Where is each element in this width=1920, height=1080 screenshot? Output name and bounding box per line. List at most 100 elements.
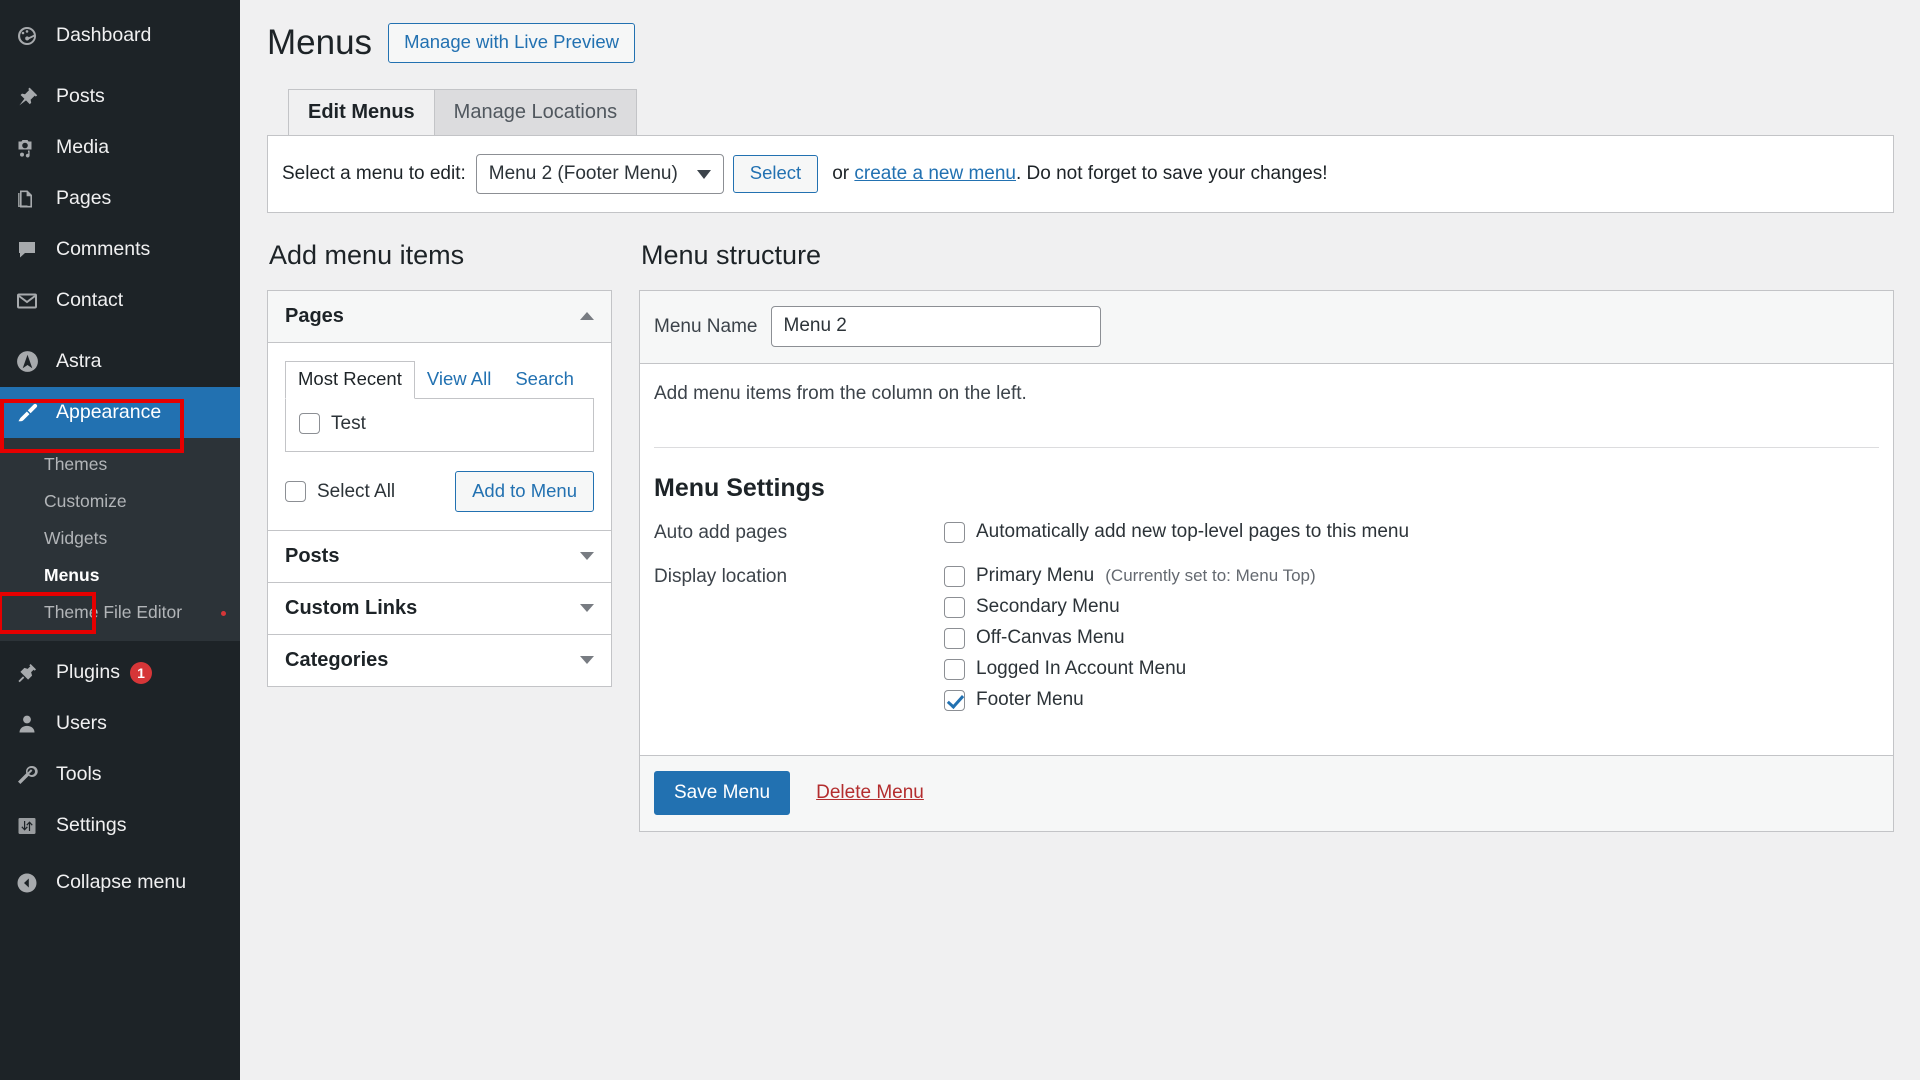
page-title: Menus (267, 23, 373, 62)
page-list-item[interactable]: Test (299, 413, 580, 435)
pages-icon (14, 186, 40, 212)
menu-select-wrapper: Menu 2 (Footer Menu) (475, 154, 724, 194)
collapse-menu-button[interactable]: Collapse menu (0, 857, 240, 908)
accordion-header-pages[interactable]: Pages (268, 291, 611, 344)
wrench-icon (14, 762, 40, 788)
accordion-header-posts[interactable]: Posts (268, 531, 611, 582)
sidebar-label: Plugins (56, 660, 120, 683)
mini-tab-most-recent[interactable]: Most Recent (285, 361, 415, 399)
select-button[interactable]: Select (732, 155, 819, 193)
sidebar-item-contact[interactable]: Contact (0, 275, 240, 326)
auto-add-pages-option[interactable]: Automatically add new top-level pages to… (944, 521, 1879, 543)
location-option-logged-in-account-menu[interactable]: Logged In Account Menu (944, 658, 1879, 680)
dashboard-icon (14, 23, 40, 49)
sidebar-label: Appearance (56, 400, 162, 423)
wordpress-admin-screen: Dashboard Posts Media Pages Comments Con… (0, 0, 1920, 1080)
submenu-label: Themes (44, 454, 108, 474)
submenu-label: Menus (44, 565, 100, 585)
sidebar-label: Settings (56, 813, 127, 836)
sidebar-subitem-menus[interactable]: Menus (0, 557, 240, 594)
sidebar-subitem-theme-file-editor[interactable]: Theme File Editor (0, 594, 240, 631)
save-menu-button[interactable]: Save Menu (654, 771, 791, 816)
brush-icon (14, 400, 40, 426)
collapse-arrow-icon (14, 870, 40, 896)
location-label: Secondary Menu (976, 596, 1120, 618)
tab-edit-menus[interactable]: Edit Menus (288, 89, 435, 135)
menu-structure-column: Menu structure Menu Name Add menu items … (639, 239, 1894, 833)
sidebar-label: Dashboard (56, 23, 152, 46)
accordion-header-custom-links[interactable]: Custom Links (268, 583, 611, 634)
delete-menu-link[interactable]: Delete Menu (816, 782, 924, 804)
accordion-section-custom-links: Custom Links (268, 582, 611, 634)
sidebar-item-media[interactable]: Media (0, 122, 240, 173)
sidebar-label: Tools (56, 762, 102, 785)
menu-settings-section: Menu Settings Auto add pages Automatical… (640, 452, 1893, 755)
chevron-down-icon (580, 604, 594, 613)
plug-icon (14, 660, 40, 686)
location-option-primary-menu[interactable]: Primary Menu (Currently set to: Menu Top… (944, 565, 1879, 587)
envelope-icon (14, 288, 40, 314)
select-all-checkbox[interactable] (285, 481, 306, 503)
menu-settings-title: Menu Settings (654, 474, 825, 503)
logged-in-account-menu-checkbox[interactable] (944, 658, 965, 680)
primary-menu-checkbox[interactable] (944, 565, 965, 587)
sidebar-item-plugins[interactable]: Plugins 1 (0, 647, 240, 698)
footer-menu-checkbox[interactable] (944, 689, 965, 711)
sidebar-item-appearance[interactable]: Appearance (0, 387, 248, 438)
secondary-menu-checkbox[interactable] (944, 596, 965, 618)
location-label: Logged In Account Menu (976, 658, 1187, 680)
sidebar-subitem-widgets[interactable]: Widgets (0, 520, 240, 557)
sidebar-item-users[interactable]: Users (0, 698, 240, 749)
location-option-secondary-menu[interactable]: Secondary Menu (944, 596, 1879, 618)
mini-tab-search[interactable]: Search (503, 362, 586, 398)
accordion-section-posts: Posts (268, 530, 611, 582)
divider (654, 447, 1879, 449)
select-all-row[interactable]: Select All (285, 481, 395, 503)
sidebar-item-pages[interactable]: Pages (0, 173, 240, 224)
sidebar-item-comments[interactable]: Comments (0, 224, 240, 275)
manage-with-live-preview-button[interactable]: Manage with Live Preview (388, 23, 635, 63)
sidebar-separator (0, 61, 240, 71)
accordion-header-categories[interactable]: Categories (268, 635, 611, 686)
display-location-label: Display location (654, 566, 788, 588)
select-all-label: Select All (317, 480, 396, 502)
location-option-off-canvas-menu[interactable]: Off-Canvas Menu (944, 627, 1879, 649)
accordion-section-categories: Categories (268, 634, 611, 686)
sidebar-item-tools[interactable]: Tools (0, 749, 240, 800)
submenu-label: Customize (44, 491, 127, 511)
add-menu-items-column: Add menu items Pages Most Recent View Al… (267, 239, 612, 688)
menu-structure-body: Add menu items from the column on the le… (640, 364, 1893, 452)
sidebar-subitem-customize[interactable]: Customize (0, 483, 240, 520)
comment-icon (14, 237, 40, 263)
auto-add-pages-checkbox[interactable] (944, 521, 965, 543)
sidebar-label: Posts (56, 84, 105, 107)
sidebar-item-astra[interactable]: Astra (0, 336, 240, 387)
sidebar-subitem-themes[interactable]: Themes (0, 446, 240, 483)
pages-mini-tabs: Most Recent View All Search (285, 361, 594, 399)
chevron-up-icon (580, 312, 594, 321)
tab-manage-locations[interactable]: Manage Locations (433, 89, 638, 135)
menu-name-label: Menu Name (654, 315, 758, 337)
sidebar-item-settings[interactable]: Settings (0, 800, 240, 851)
select-menu-panel: Select a menu to edit: Menu 2 (Footer Me… (267, 135, 1894, 213)
menu-name-input[interactable] (770, 306, 1101, 348)
sidebar-item-dashboard[interactable]: Dashboard (0, 10, 240, 61)
accordion-section-pages: Pages Most Recent View All Search Test S… (268, 291, 611, 530)
create-new-menu-link[interactable]: create a new menu (854, 163, 1016, 184)
empty-menu-note: Add menu items from the column on the le… (654, 383, 1027, 405)
tab-bar: Edit Menus Manage Locations (288, 89, 1894, 135)
menu-structure-heading: Menu structure (641, 240, 822, 270)
add-to-menu-button[interactable]: Add to Menu (455, 470, 594, 513)
chevron-down-icon (580, 552, 594, 561)
select-menu-label: Select a menu to edit: (282, 163, 466, 184)
page-checkbox-test[interactable] (299, 413, 320, 435)
off-canvas-menu-checkbox[interactable] (944, 627, 965, 649)
sidebar-label: Pages (56, 186, 112, 209)
location-option-footer-menu[interactable]: Footer Menu (944, 689, 1879, 711)
sidebar-item-posts[interactable]: Posts (0, 71, 240, 122)
mini-tab-view-all[interactable]: View All (415, 362, 503, 398)
menu-select[interactable]: Menu 2 (Footer Menu) (475, 154, 724, 194)
user-icon (14, 711, 40, 737)
location-label: Primary Menu (976, 565, 1095, 587)
sliders-icon (14, 813, 40, 839)
